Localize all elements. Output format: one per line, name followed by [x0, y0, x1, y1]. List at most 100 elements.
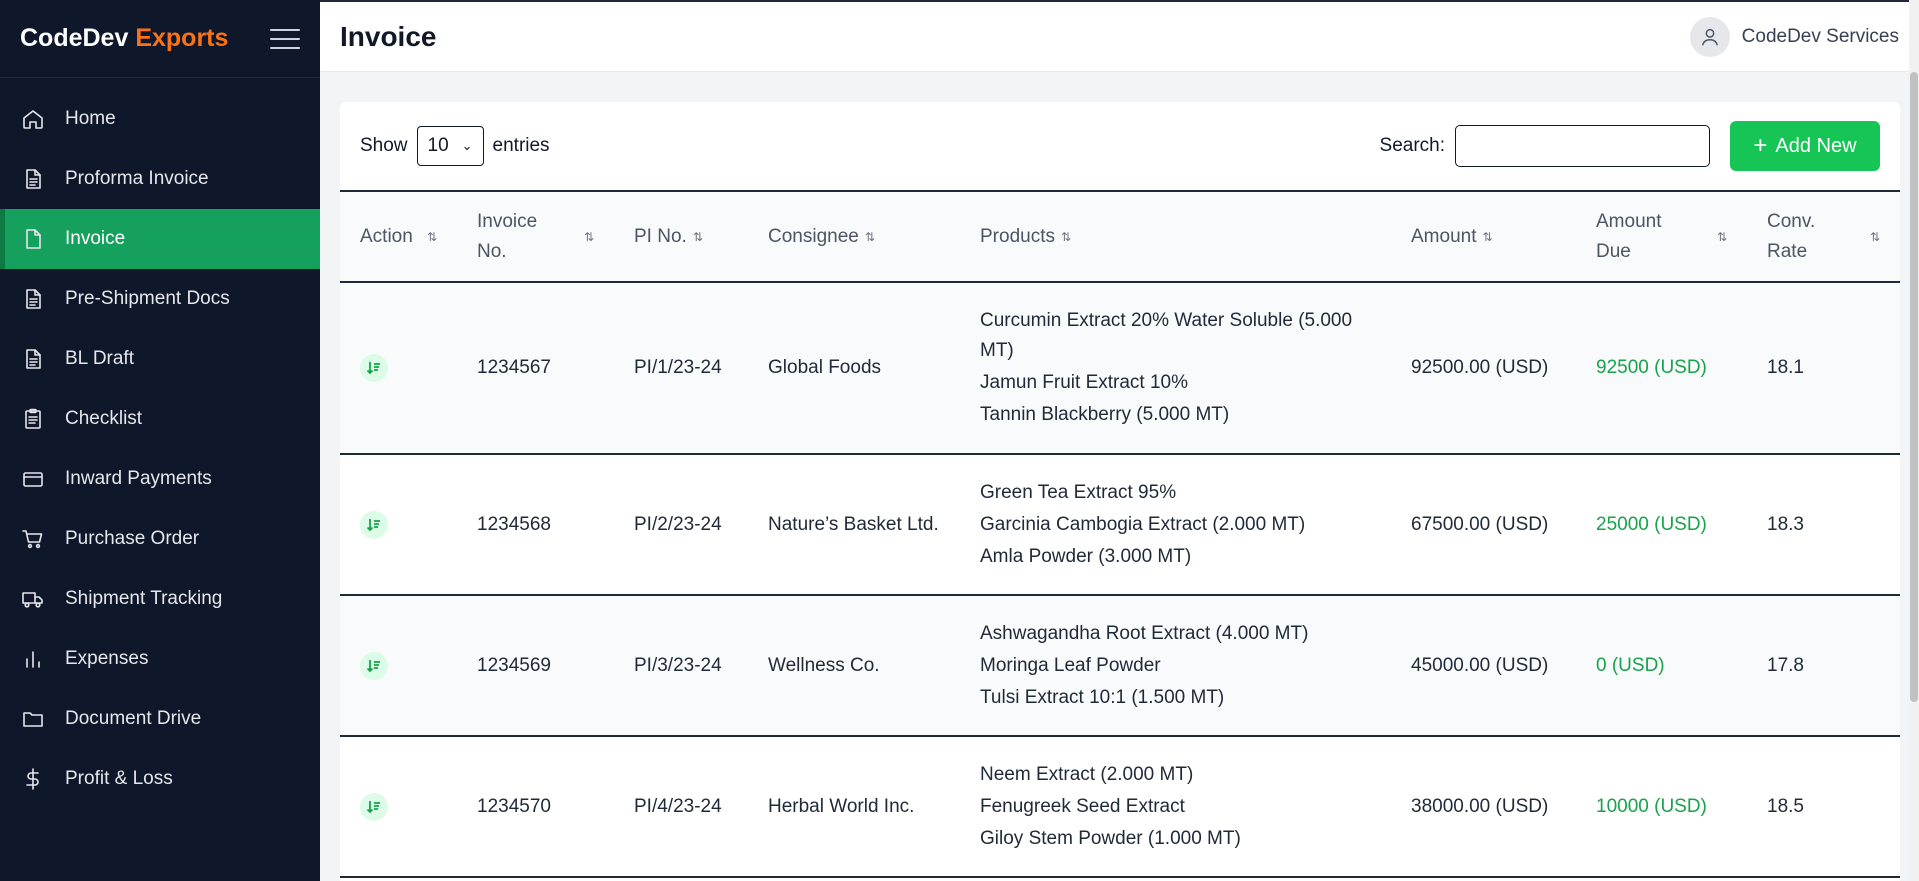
- entries-control: Show 10 ⌄ entries: [360, 126, 550, 166]
- amount: 67500.00 (USD): [1411, 513, 1549, 535]
- table-row: 1234567 PI/1/23-24 Global Foods Curcumin…: [340, 282, 1900, 454]
- sort-icon: ⇅: [1060, 229, 1072, 244]
- sidebar-item-home[interactable]: Home: [0, 89, 320, 149]
- user-menu[interactable]: CodeDev Services: [1689, 16, 1899, 57]
- plus-icon: +: [1753, 132, 1768, 159]
- invoice-no: 1234567: [477, 357, 551, 378]
- amount-due: 0 (USD): [1596, 654, 1665, 676]
- search-input[interactable]: [1455, 125, 1710, 167]
- product-item: Neem Extract (2.000 MT): [980, 763, 1194, 785]
- products: Green Tea Extract 95% Garcinia Cambogia …: [960, 454, 1391, 595]
- pi-no: PI/3/23-24: [634, 654, 722, 676]
- scrollbar-thumb[interactable]: [1910, 72, 1918, 702]
- sidebar-item-label: Inward Payments: [65, 468, 212, 489]
- consignee: Global Foods: [768, 357, 882, 378]
- table-header-row: Action ⇅ Invoice No. ⇅ PI No. ⇅ Consignee ⇅ …: [340, 192, 1900, 282]
- sidebar-item-label: BL Draft: [65, 348, 134, 369]
- sidebar-item-label: Expenses: [65, 648, 149, 669]
- top-header: Invoice CodeDev Services: [320, 0, 1919, 72]
- amount: 45000.00 (USD): [1411, 654, 1549, 676]
- sidebar-item-label: Purchase Order: [65, 528, 200, 549]
- column-header-consignee[interactable]: Consignee ⇅: [748, 192, 960, 282]
- entries-label: entries: [492, 135, 550, 156]
- search-label: Search:: [1379, 135, 1445, 156]
- table-row: 1234568 PI/2/23-24 Nature’s Basket Ltd. …: [340, 454, 1900, 595]
- sidebar-item-pre-shipment-docs[interactable]: Pre-Shipment Docs: [0, 269, 320, 329]
- sidebar-item-profit-loss[interactable]: Profit & Loss: [0, 749, 320, 809]
- hamburger-menu-icon[interactable]: [270, 28, 300, 49]
- product-item: Green Tea Extract 95%: [980, 481, 1177, 503]
- sort-icon: ⇅: [1869, 229, 1880, 244]
- brand-bar: CodeDev Exports: [0, 0, 320, 78]
- search-and-actions: Search: + Add New: [1380, 121, 1880, 171]
- brand-accent: Exports: [135, 24, 229, 52]
- sidebar-item-inward-payments[interactable]: Inward Payments: [0, 449, 320, 509]
- user-name: CodeDev Services: [1741, 25, 1899, 47]
- sidebar-item-shipment-tracking[interactable]: Shipment Tracking: [0, 569, 320, 629]
- sidebar-item-label: Pre-Shipment Docs: [65, 288, 230, 309]
- sidebar-item-proforma-invoice[interactable]: Proforma Invoice: [0, 149, 320, 209]
- sidebar-item-invoice[interactable]: Invoice: [0, 209, 320, 269]
- table-row: 1234569 PI/3/23-24 Wellness Co. Ashwagan…: [340, 595, 1900, 736]
- sidebar-item-label: Proforma Invoice: [65, 168, 209, 189]
- sidebar-item-label: Invoice: [65, 228, 126, 249]
- page-title: Invoice: [340, 20, 437, 52]
- sidebar-item-label: Home: [65, 108, 116, 129]
- invoice-table: Action ⇅ Invoice No. ⇅ PI No. ⇅ Consignee ⇅ …: [340, 192, 1900, 878]
- products: Ashwagandha Root Extract (4.000 MT) Mori…: [960, 595, 1391, 736]
- column-header-amount[interactable]: Amount ⇅: [1391, 192, 1576, 282]
- entries-select[interactable]: 10 ⌄: [416, 126, 484, 166]
- products: Curcumin Extract 20% Water Soluble (5.00…: [960, 282, 1391, 454]
- consignee: Herbal World Inc.: [768, 795, 915, 817]
- app-logo[interactable]: CodeDev Exports: [20, 24, 228, 53]
- chevron-down-icon: ⌄: [461, 138, 473, 153]
- column-header-products[interactable]: Products ⇅: [960, 192, 1391, 282]
- product-item: Jamun Fruit Extract 10%: [980, 372, 1189, 393]
- action-sort-icon[interactable]: [360, 354, 388, 382]
- add-new-label: Add New: [1775, 134, 1857, 157]
- sidebar-nav: Home Proforma Invoice Invoice Pre-Shipme…: [0, 78, 320, 809]
- action-sort-icon[interactable]: [360, 792, 388, 821]
- table-controls: Show 10 ⌄ entries Search: + Add New: [340, 102, 1900, 192]
- column-header-conv-rate[interactable]: Conv. Rate ⇅: [1747, 192, 1900, 282]
- sort-icon: ⇅: [864, 229, 875, 244]
- product-item: Moringa Leaf Powder: [980, 654, 1161, 676]
- column-header-amount-due[interactable]: Amount Due ⇅: [1576, 192, 1747, 282]
- brand-name: CodeDev: [20, 24, 129, 52]
- file-icon: [20, 226, 46, 252]
- sort-icon: ⇅: [426, 229, 437, 244]
- add-new-button[interactable]: + Add New: [1730, 121, 1880, 171]
- clipboard-icon: [20, 406, 46, 432]
- product-item: Giloy Stem Powder (1.000 MT): [980, 827, 1241, 849]
- conv-rate: 18.3: [1767, 513, 1804, 535]
- document-icon: [20, 346, 46, 372]
- entries-value: 10: [427, 135, 449, 156]
- document-icon: [20, 286, 46, 312]
- column-header-pi-no[interactable]: PI No. ⇅: [614, 192, 748, 282]
- show-label: Show: [360, 135, 408, 156]
- action-sort-icon[interactable]: [360, 510, 388, 539]
- product-item: Garcinia Cambogia Extract (2.000 MT): [980, 513, 1306, 535]
- sort-icon: ⇅: [1716, 229, 1727, 244]
- page-scrollbar[interactable]: [1909, 0, 1919, 881]
- invoice-no: 1234568: [477, 513, 551, 535]
- sidebar-item-bl-draft[interactable]: BL Draft: [0, 329, 320, 389]
- action-sort-icon[interactable]: [360, 651, 388, 680]
- conv-rate: 18.5: [1767, 795, 1804, 817]
- invoice-no: 1234570: [477, 795, 551, 817]
- sidebar-item-checklist[interactable]: Checklist: [0, 389, 320, 449]
- conv-rate: 18.1: [1767, 357, 1804, 378]
- pi-no: PI/1/23-24: [634, 357, 722, 378]
- consignee: Nature’s Basket Ltd.: [768, 513, 939, 535]
- product-item: Fenugreek Seed Extract: [980, 795, 1185, 817]
- amount: 92500.00 (USD): [1411, 357, 1549, 378]
- sidebar-item-document-drive[interactable]: Document Drive: [0, 689, 320, 749]
- column-header-action[interactable]: Action ⇅: [340, 192, 457, 282]
- invoice-no: 1234569: [477, 654, 551, 676]
- sort-icon: ⇅: [583, 229, 594, 244]
- pi-no: PI/2/23-24: [634, 513, 722, 535]
- sidebar-item-purchase-order[interactable]: Purchase Order: [0, 509, 320, 569]
- product-item: Tannin Blackberry (5.000 MT): [980, 404, 1230, 425]
- column-header-invoice-no[interactable]: Invoice No. ⇅: [457, 192, 614, 282]
- sidebar-item-expenses[interactable]: Expenses: [0, 629, 320, 689]
